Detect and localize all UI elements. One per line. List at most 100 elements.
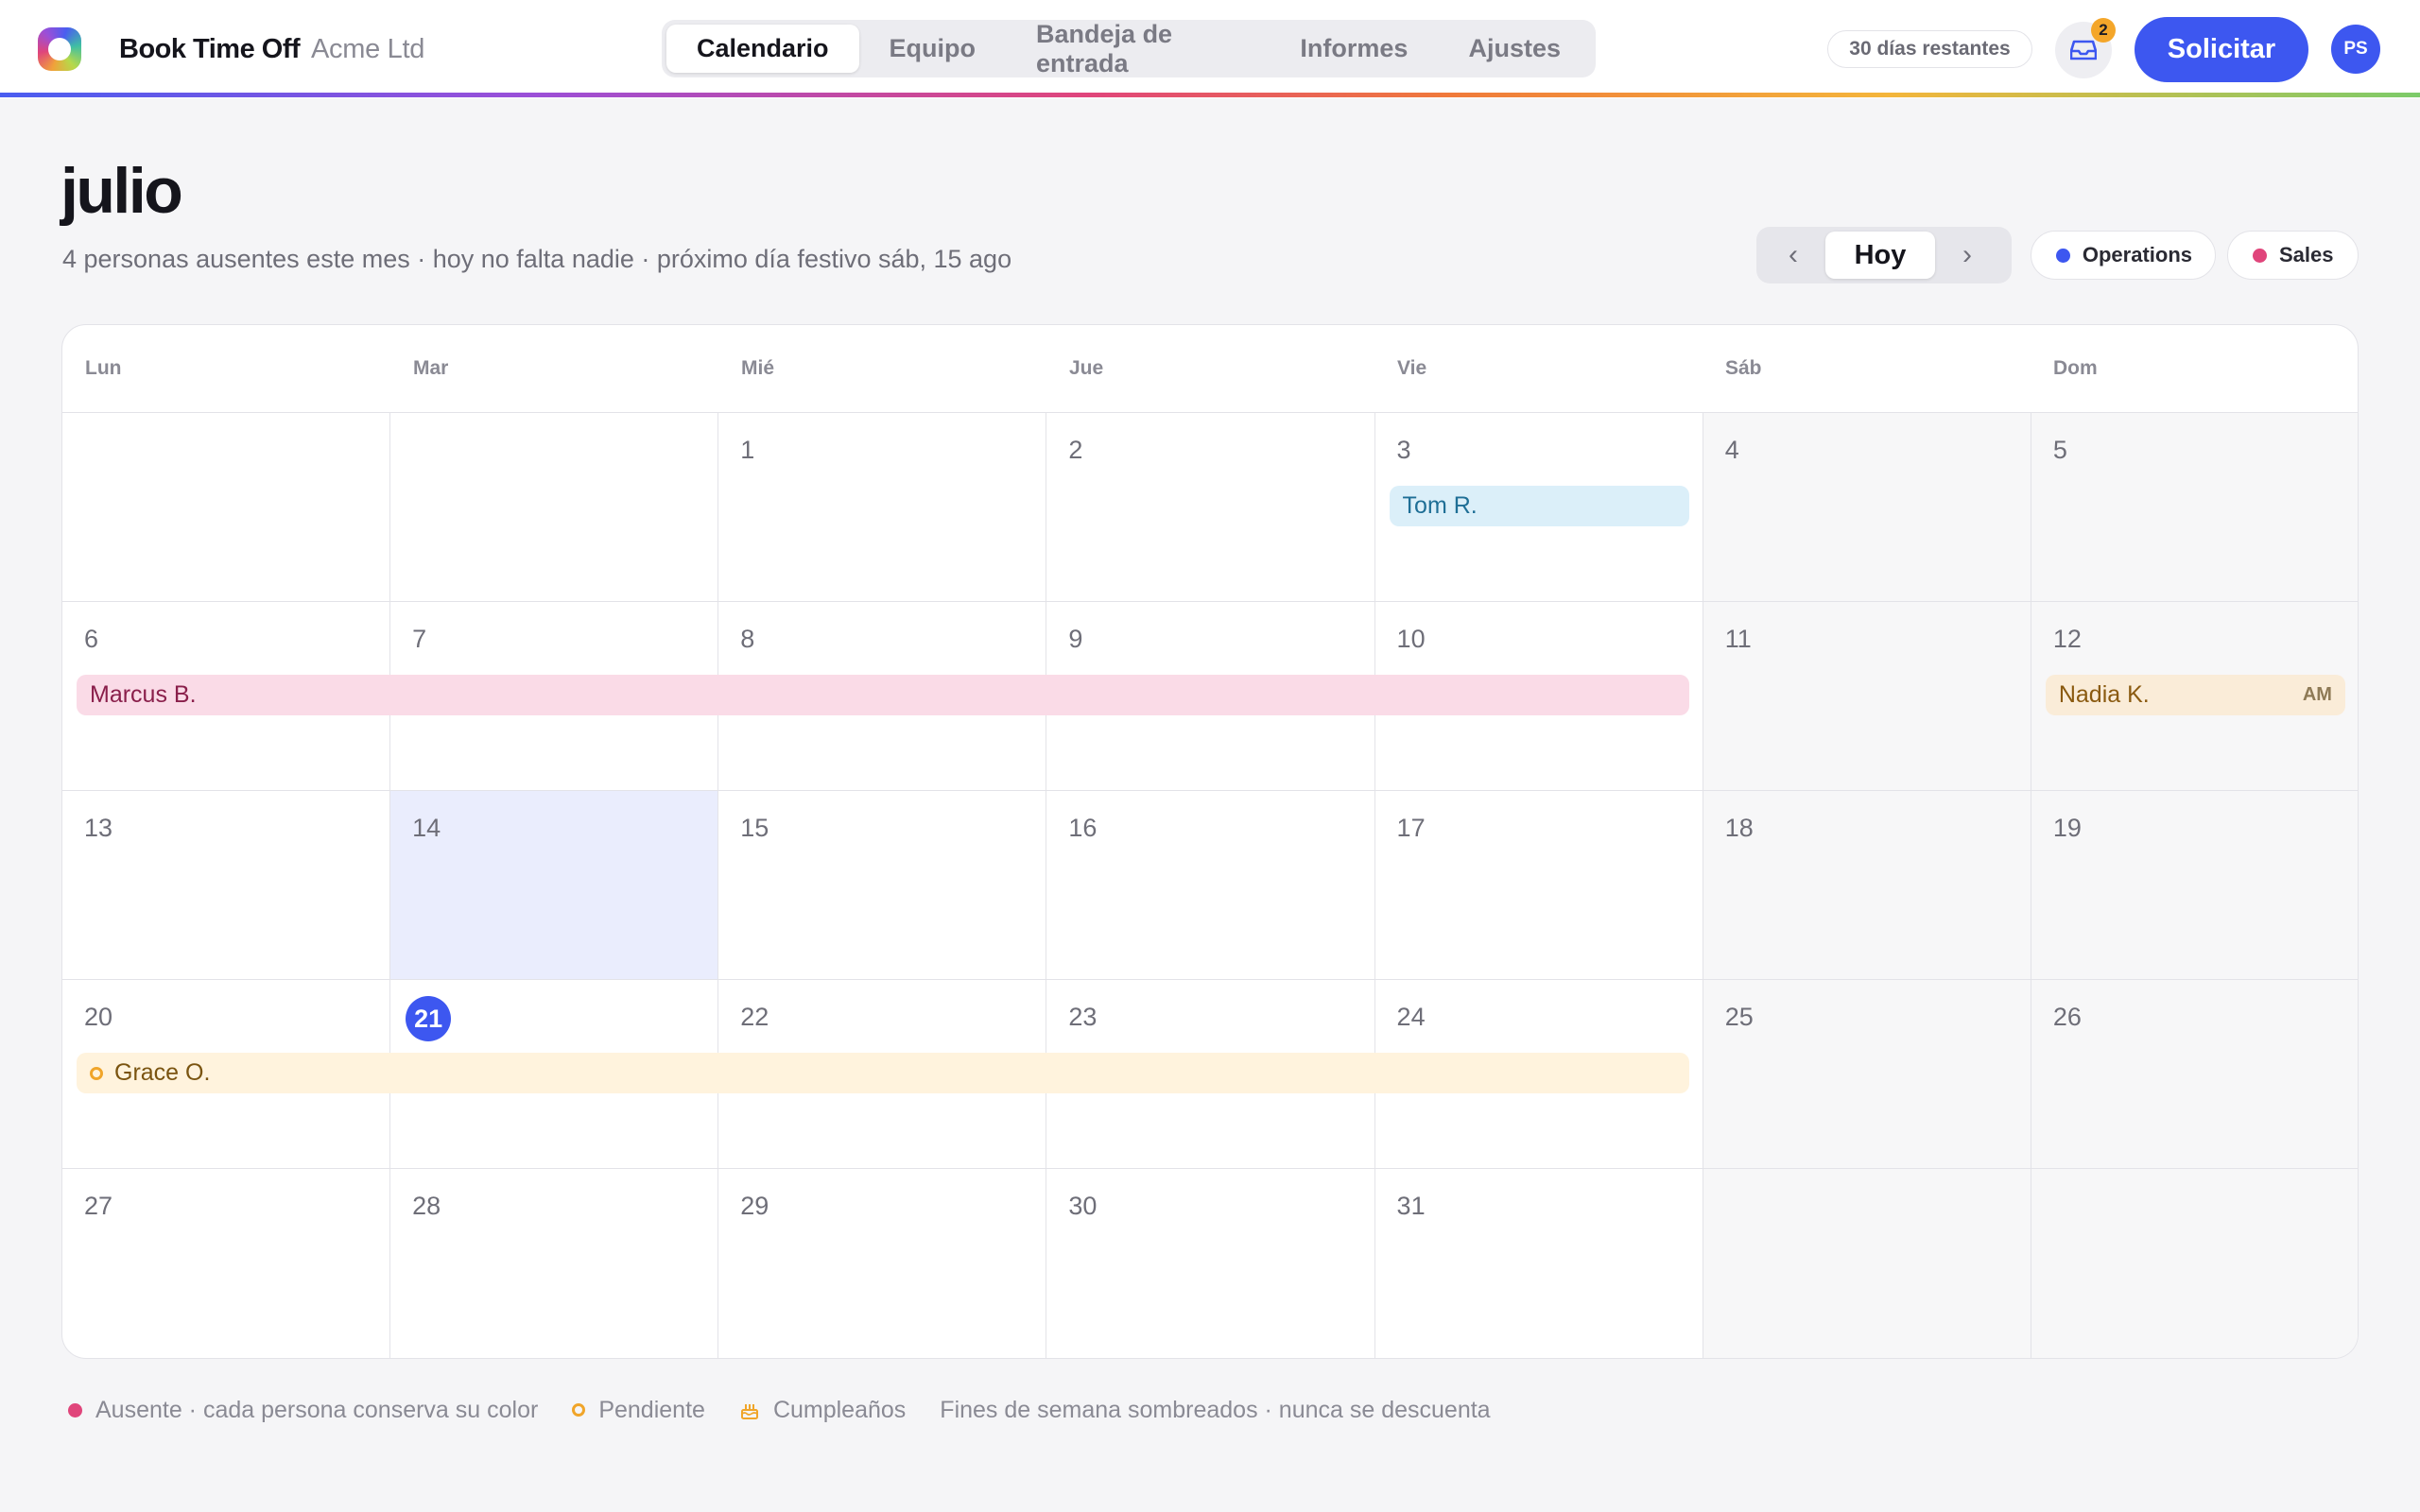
legend-pending-label: Pendiente [598,1396,705,1423]
day-number: 22 [740,1003,769,1031]
event-person-name: Tom R. [1402,492,1478,519]
day-cell[interactable]: 27 [62,1169,391,1358]
day-number: 9 [1068,625,1083,653]
day-cell[interactable]: 29 [718,1169,1047,1358]
empty-day-cell [62,413,391,602]
absence-event[interactable]: Nadia K. AM [2045,675,2345,715]
half-day-tag: AM [2302,684,2332,705]
pending-dot-icon [90,1066,103,1080]
day-cell[interactable]: 31 [1375,1169,1703,1358]
header-divider [0,93,2420,97]
month-calendar: Lun Mar Mié Jue Vie Sáb Dom 1 2 3 4 5 6 7 8 9 10 1… [61,324,2359,1359]
day-number: 2 [1068,436,1083,464]
day-number: 13 [84,814,113,842]
event-person-name: Marcus B. [90,681,197,708]
team-color-dot [2253,248,2267,263]
legend-weekends: Fines de semana sombreados · nunca se de… [940,1397,1490,1424]
day-number: 10 [1396,625,1426,653]
next-month-button[interactable]: › [1935,232,1999,279]
day-cell[interactable]: 13 [62,791,391,980]
day-number: 1 [740,436,755,464]
day-cell[interactable]: 11 [1703,602,2031,791]
today-button[interactable]: Hoy [1825,232,1935,279]
days-left-badge: 30 días restantes [1827,30,2032,68]
day-number: 12 [2052,625,2082,653]
today-day-number: 21 [406,996,452,1041]
month-navigator: ‹ Hoy › [1756,227,2012,284]
day-number: 14 [412,814,441,842]
day-number: 5 [2052,436,2067,464]
top-bar: Book Time Off Acme Ltd Calendario Equipo… [0,0,2420,98]
team-filter-operations[interactable]: Operations [2031,231,2216,280]
tab-informes[interactable]: Informes [1270,25,1438,73]
event-person-name: Nadia K. [2058,681,2150,708]
day-cell[interactable]: 1 [718,413,1047,602]
absent-dot-icon [68,1402,82,1418]
tab-bandeja-de-entrada[interactable]: Bandeja de entrada [1006,20,1270,77]
day-number: 25 [1724,1003,1754,1031]
team-color-dot [2056,248,2070,263]
day-number: 7 [412,625,427,653]
pending-dot-icon [572,1403,586,1417]
day-number: 3 [1396,436,1411,464]
legend-pending: Pendiente [572,1397,705,1424]
day-number: 26 [2052,1003,2082,1031]
legend-absent-label: Ausente · cada persona conserva su color [95,1396,539,1423]
weekday-label: Vie [1397,357,1427,379]
calendar-legend: Ausente · cada persona conserva su color… [68,1393,1525,1427]
day-number: 28 [412,1192,441,1220]
empty-day-cell [2031,1169,2358,1358]
absence-event[interactable]: Tom R. [1389,486,1689,526]
day-cell[interactable]: 14 [390,791,719,980]
day-number: 11 [1724,625,1752,653]
weekday-label: Mar [413,357,449,379]
day-cell[interactable]: 4 [1703,413,2031,602]
team-filter-sales[interactable]: Sales [2227,231,2359,280]
day-cell[interactable]: 30 [1046,1169,1375,1358]
day-cell[interactable]: 15 [718,791,1047,980]
day-cell[interactable]: 2 [1046,413,1375,602]
absence-event[interactable]: Grace O. [77,1053,1689,1093]
main-nav: Calendario Equipo Bandeja de entrada Inf… [662,20,1596,77]
team-filter-label: Operations [2082,243,2192,266]
inbox-count-badge: 2 [2091,18,2116,43]
prev-month-button[interactable]: ‹ [1761,232,1825,279]
empty-day-cell [390,413,719,602]
day-number: 18 [1724,814,1754,842]
day-number: 6 [84,625,99,653]
day-number: 29 [740,1192,769,1220]
day-number: 19 [2052,814,2082,842]
legend-birthday: Cumpleaños [739,1397,906,1424]
avatar[interactable]: PS [2331,25,2380,74]
day-cell[interactable]: 16 [1046,791,1375,980]
weekday-label: Sáb [1725,357,1762,379]
app-logo-icon[interactable] [38,27,81,71]
day-cell[interactable]: 26 [2031,980,2358,1169]
day-cell[interactable]: 17 [1374,791,1703,980]
event-person-name: Grace O. [114,1059,211,1086]
day-number: 31 [1396,1192,1426,1220]
day-number: 27 [84,1192,113,1220]
empty-day-cell [1703,1169,2031,1358]
tab-calendario[interactable]: Calendario [666,25,859,73]
day-number: 20 [84,1003,113,1031]
legend-birthday-label: Cumpleaños [772,1396,907,1423]
day-cell[interactable]: 18 [1703,791,2031,980]
tab-equipo[interactable]: Equipo [859,25,1006,73]
day-cell[interactable]: 19 [2031,791,2358,980]
day-cell[interactable]: 5 [2031,413,2358,602]
weekday-label: Jue [1069,357,1104,379]
inbox-icon [2070,40,2097,60]
tab-ajustes[interactable]: Ajustes [1438,25,1591,73]
app-name: Book Time Off [119,34,301,64]
day-number: 23 [1068,1003,1098,1031]
absence-event[interactable]: Marcus B. [77,675,1689,715]
day-number: 30 [1068,1192,1098,1220]
weekday-header: Lun Mar Mié Jue Vie Sáb Dom [62,325,2358,413]
day-cell[interactable]: 28 [390,1169,719,1358]
day-number: 24 [1396,1003,1426,1031]
request-button[interactable]: Solicitar [2135,17,2308,82]
cake-icon [740,1404,758,1419]
day-cell[interactable]: 25 [1703,980,2031,1169]
day-number: 8 [740,625,755,653]
